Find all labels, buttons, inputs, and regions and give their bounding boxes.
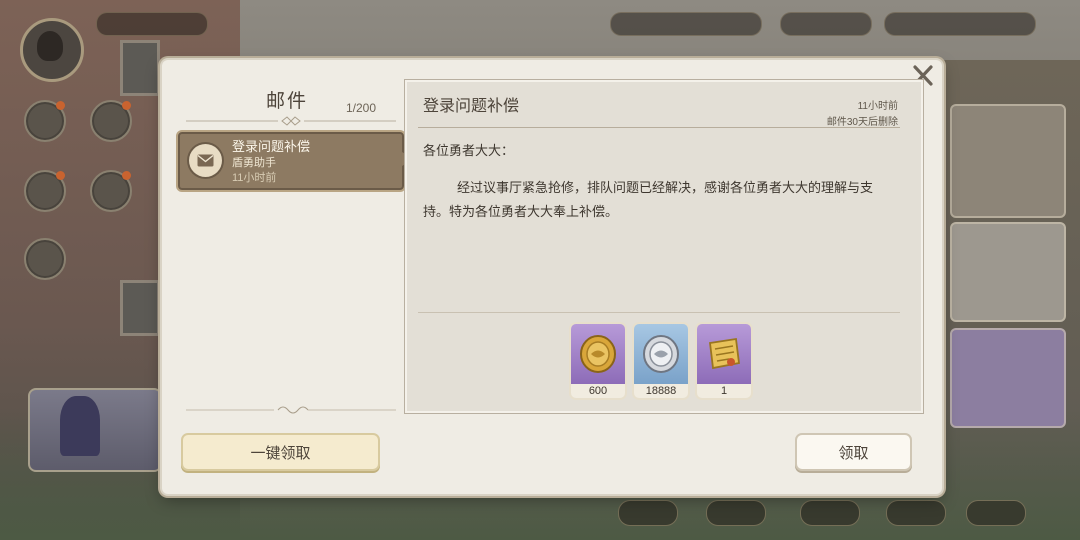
reward-item-silver-coin[interactable]: 18888	[634, 324, 688, 398]
mail-detail-title: 登录问题补偿	[423, 98, 520, 115]
player-name-bar	[96, 12, 208, 36]
notification-dot	[56, 171, 65, 180]
scroll-ticket-icon	[709, 337, 740, 370]
mailbox-count: 1/200	[346, 101, 377, 115]
player-avatar	[20, 18, 84, 82]
bottom-menu-button	[800, 500, 860, 526]
bottom-menu-button	[618, 500, 678, 526]
mailbox-title: 邮件	[266, 91, 309, 112]
mail-list-item[interactable]: 登录问题补偿 盾勇助手 11小时前	[176, 130, 406, 192]
envelope-icon	[189, 144, 222, 177]
background-window	[120, 280, 160, 336]
notification-dot	[122, 171, 131, 180]
side-menu-button	[24, 100, 66, 142]
reward-item-gold-coin[interactable]: 600	[571, 324, 625, 398]
event-banner	[950, 104, 1066, 218]
mail-item-time: 11小时前	[232, 172, 277, 184]
bottom-menu-button	[966, 500, 1026, 526]
mail-greeting: 各位勇者大大：	[423, 143, 515, 158]
event-banner	[950, 328, 1066, 428]
reward-quantity: 18888	[634, 384, 688, 398]
bottom-menu-button	[706, 500, 766, 526]
mail-expire-note: 邮件30天后删除	[826, 117, 898, 128]
mail-body: 经过议事厅紧急抢修，排队问题已经解决，感谢各位勇者大大的理解与支持。特为各位勇者…	[423, 180, 874, 219]
reward-quantity: 600	[571, 384, 625, 398]
reward-divider	[418, 312, 900, 313]
currency-bar	[780, 12, 872, 36]
currency-bar	[610, 12, 762, 36]
reward-quantity: 1	[697, 384, 751, 398]
list-divider-ornament	[186, 406, 396, 414]
background-window	[120, 40, 160, 96]
side-menu-button	[24, 170, 66, 212]
detail-divider	[418, 127, 900, 128]
reward-item-scroll-ticket[interactable]: 1	[697, 324, 751, 398]
claim-button[interactable]: 领取	[795, 433, 912, 471]
mail-item-title: 登录问题补偿	[232, 139, 311, 154]
mail-item-sender: 盾勇助手	[232, 157, 276, 169]
character-card	[28, 388, 162, 472]
claim-all-button[interactable]: 一键领取	[181, 433, 380, 471]
bottom-menu-button	[886, 500, 946, 526]
notification-dot	[56, 101, 65, 110]
side-menu-button	[90, 100, 132, 142]
side-menu-button	[24, 238, 66, 280]
silver-coin-icon	[643, 335, 679, 373]
notification-dot	[122, 101, 131, 110]
mail-detail-time: 11小时前	[857, 101, 898, 112]
side-menu-button	[90, 170, 132, 212]
event-banner	[950, 222, 1066, 322]
currency-bar	[884, 12, 1036, 36]
title-divider-ornament	[186, 116, 396, 126]
gold-coin-icon	[580, 335, 616, 373]
